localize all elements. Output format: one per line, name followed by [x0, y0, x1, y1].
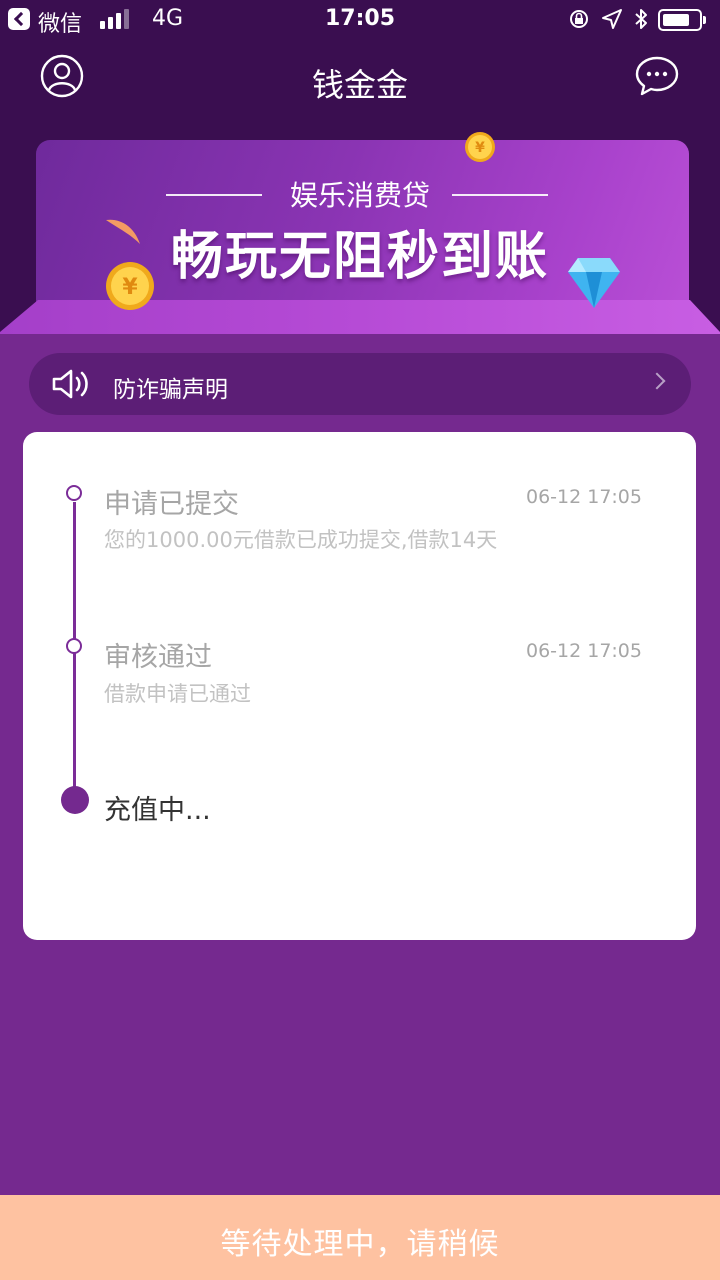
chat-bubble-icon[interactable]	[634, 54, 680, 100]
diamond-icon	[568, 258, 620, 308]
rotation-lock-icon	[570, 10, 588, 28]
step-time: 06-12 17:05	[525, 640, 642, 662]
chevron-right-icon	[648, 372, 666, 390]
step-title: 申请已提交	[104, 489, 239, 520]
fraud-notice-bar[interactable]: 防诈骗声明	[29, 353, 691, 415]
leaf-decoration-icon	[106, 219, 140, 244]
progress-card: 申请已提交 06-12 17:05 您的1000.00元借款已成功提交,借款14…	[23, 432, 696, 940]
page-title: 钱金金	[311, 66, 408, 104]
timeline-dot	[66, 638, 82, 654]
step-title: 审核通过	[104, 642, 212, 673]
fraud-notice-label: 防诈骗声明	[113, 377, 228, 403]
status-bar: 微信 4G 17:05	[0, 0, 720, 40]
coin-small-symbol: ¥	[475, 140, 485, 156]
timeline-dot	[66, 485, 82, 501]
step-desc: 借款申请已通过	[104, 682, 251, 706]
step-title-active: 充值中...	[104, 795, 211, 826]
speaker-icon	[52, 369, 88, 399]
bluetooth-icon	[635, 9, 647, 29]
step-time: 06-12 17:05	[525, 486, 642, 508]
nav-bar: 钱金金	[0, 40, 720, 120]
timeline-dot-active	[61, 786, 89, 814]
waiting-button-label: 等待处理中，请稍候	[220, 1227, 500, 1262]
location-icon	[602, 9, 622, 29]
banner-subtitle: 娱乐消费贷	[289, 179, 430, 212]
battery-icon	[658, 9, 706, 31]
coin-symbol: ¥	[122, 275, 138, 300]
coin-small-icon: ¥	[465, 132, 495, 162]
coin-icon: ¥	[106, 262, 154, 310]
step-desc: 您的1000.00元借款已成功提交,借款14天	[104, 528, 498, 552]
waiting-button[interactable]: 等待处理中，请稍候	[0, 1195, 720, 1280]
